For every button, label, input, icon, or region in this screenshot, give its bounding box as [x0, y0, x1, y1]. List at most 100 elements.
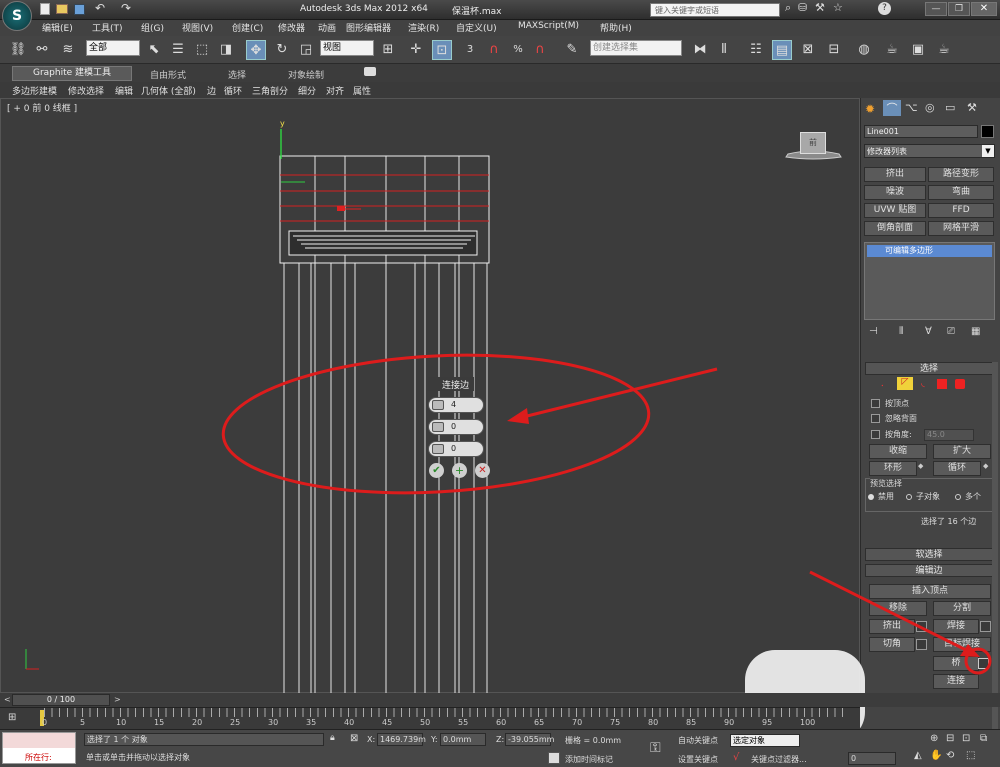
fov-icon[interactable]: ◭: [914, 750, 922, 761]
panel-edit[interactable]: 编辑: [115, 84, 133, 97]
caddy-title[interactable]: 连接边: [428, 377, 474, 391]
menu-group[interactable]: 组(G): [141, 21, 164, 34]
graphite-toggle-icon[interactable]: ▤: [772, 40, 792, 60]
open-file-icon[interactable]: [56, 4, 68, 14]
schematic-view-icon[interactable]: ⊟: [824, 40, 844, 60]
panel-subdivision[interactable]: 细分: [298, 84, 316, 97]
border-mode-icon[interactable]: ◟: [921, 378, 925, 389]
tab-freeform[interactable]: 自由形式: [150, 68, 186, 81]
set-key-button[interactable]: 设置关键点: [678, 754, 718, 765]
by-vertex-checkbox[interactable]: [871, 399, 880, 408]
ring-spinner-icon[interactable]: ◆: [918, 462, 923, 470]
redo-icon[interactable]: ↷: [121, 1, 131, 15]
object-name-field[interactable]: Line001: [864, 125, 978, 138]
add-time-tag-label[interactable]: 添加时间标记: [565, 754, 613, 765]
angle-snap-icon[interactable]: ∩: [484, 40, 504, 60]
track-bar-icon[interactable]: ⊞: [8, 712, 16, 723]
pan-icon[interactable]: ✋: [930, 750, 942, 761]
menu-views[interactable]: 视图(V): [182, 21, 213, 34]
menu-animation[interactable]: 动画: [318, 21, 336, 34]
ribbon-options-icon[interactable]: [364, 67, 376, 76]
pinch-value[interactable]: 0: [451, 422, 456, 431]
noise-button[interactable]: 噪波: [864, 185, 926, 200]
element-mode-icon[interactable]: [955, 379, 965, 389]
mirror-icon[interactable]: ⧓: [690, 40, 710, 60]
percent-snap-icon[interactable]: %: [508, 40, 528, 60]
pin-stack-icon[interactable]: ⊣: [869, 326, 878, 337]
next-frame-button[interactable]: >: [114, 695, 121, 704]
ring-button[interactable]: 环形: [869, 461, 917, 476]
remove-modifier-icon[interactable]: ⎚: [947, 326, 955, 337]
viewcube[interactable]: 前: [800, 132, 826, 154]
show-end-result-icon[interactable]: ⦀: [899, 326, 903, 337]
menu-modifiers[interactable]: 修改器: [278, 21, 305, 34]
select-manipulate-icon[interactable]: ✛: [406, 40, 426, 60]
panel-modify-selection[interactable]: 修改选择: [68, 84, 104, 97]
track-bar[interactable]: ⊞ 0 5 10 15 20 25 30 35 40 45 50 55 60 6…: [0, 707, 860, 729]
segments-spinner[interactable]: 4: [428, 397, 484, 413]
move-icon[interactable]: ✥: [246, 40, 266, 60]
zoom-extents-icon[interactable]: ⊟: [946, 733, 954, 744]
preview-multi-radio[interactable]: [955, 494, 961, 500]
make-unique-icon[interactable]: ∀: [925, 326, 932, 337]
keyboard-shortcut-icon[interactable]: ⊡: [432, 40, 452, 60]
pivot-icon[interactable]: ⊞: [378, 40, 398, 60]
polygon-mode-icon[interactable]: [937, 379, 947, 389]
cancel-icon[interactable]: ✕: [475, 463, 490, 478]
select-object-icon[interactable]: ⬉: [144, 40, 164, 60]
curve-editor-icon[interactable]: ⊠: [798, 40, 818, 60]
undo-icon[interactable]: ↶: [95, 1, 105, 15]
restore-button[interactable]: ❐: [948, 2, 970, 16]
grow-button[interactable]: 扩大: [933, 444, 991, 459]
create-tab-icon[interactable]: ✹: [865, 102, 875, 116]
rendered-frame-icon[interactable]: ▣: [908, 40, 928, 60]
panel-tris[interactable]: 三角剖分: [252, 84, 288, 97]
rect-select-icon[interactable]: ⬚: [192, 40, 212, 60]
hierarchy-tab-icon[interactable]: ⌥: [905, 101, 918, 114]
rotate-icon[interactable]: ↻: [272, 40, 292, 60]
link-icon[interactable]: ⛓: [8, 40, 28, 60]
orbit-icon[interactable]: ⟲: [946, 750, 954, 761]
meshsmooth-button[interactable]: 网格平滑: [928, 221, 994, 236]
menu-rendering[interactable]: 渲染(R): [408, 21, 439, 34]
apply-icon[interactable]: +: [452, 463, 467, 478]
angle-spinner[interactable]: 45.0: [924, 429, 974, 441]
x-coord-field[interactable]: 1469.739m: [377, 733, 426, 746]
layer-manager-icon[interactable]: ☷: [746, 40, 766, 60]
key-mode-dropdown[interactable]: 选定对象: [730, 734, 800, 747]
key-filters-button[interactable]: 关键点过滤器...: [751, 754, 807, 765]
panel-properties[interactable]: 属性: [353, 84, 371, 97]
named-selection-dropdown[interactable]: 创建选择集: [590, 40, 682, 56]
current-frame-field[interactable]: 0: [848, 752, 896, 765]
tab-graphite[interactable]: Graphite 建模工具: [12, 66, 132, 81]
y-coord-value[interactable]: 0.0mm: [443, 735, 471, 744]
render-setup-icon[interactable]: ☕: [882, 40, 902, 60]
modifier-list-dropdown[interactable]: 修改器列表 ▼: [864, 144, 995, 158]
close-button[interactable]: ✕: [971, 2, 997, 16]
panel-loops[interactable]: 循环: [224, 84, 242, 97]
uvw-map-button[interactable]: UVW 贴图: [864, 203, 926, 218]
search-icon[interactable]: ⌕: [785, 1, 791, 15]
maxscript-listener[interactable]: 所在行:: [2, 732, 76, 764]
selection-rollout-header[interactable]: 选择: [865, 362, 993, 375]
material-editor-icon[interactable]: ◍: [854, 40, 874, 60]
panel-align[interactable]: 对齐: [326, 84, 344, 97]
x-coord-value[interactable]: 1469.739m: [380, 735, 426, 744]
key-filter-icon[interactable]: √: [733, 752, 739, 763]
absolute-mode-icon[interactable]: ⊠: [350, 733, 358, 744]
segments-value[interactable]: 4: [451, 400, 456, 409]
panel-edges[interactable]: 边: [207, 84, 216, 97]
minimize-button[interactable]: —: [925, 2, 947, 16]
configure-sets-icon[interactable]: ▦: [971, 326, 980, 337]
display-tab-icon[interactable]: ▭: [945, 101, 955, 114]
bind-spacewarp-icon[interactable]: ≋: [58, 40, 78, 60]
pinch-spinner[interactable]: 0: [428, 419, 484, 435]
extrude-modifier-button[interactable]: 挤出: [864, 167, 926, 182]
menu-maxscript[interactable]: MAXScript(M): [518, 21, 579, 31]
menu-customize[interactable]: 自定义(U): [456, 21, 497, 34]
y-coord-field[interactable]: 0.0mm: [440, 733, 486, 746]
path-deform-button[interactable]: 路径变形: [928, 167, 994, 182]
comm-center-icon[interactable]: ⚒: [815, 1, 825, 14]
save-file-icon[interactable]: [74, 4, 85, 15]
loop-spinner-icon[interactable]: ◆: [983, 462, 988, 470]
